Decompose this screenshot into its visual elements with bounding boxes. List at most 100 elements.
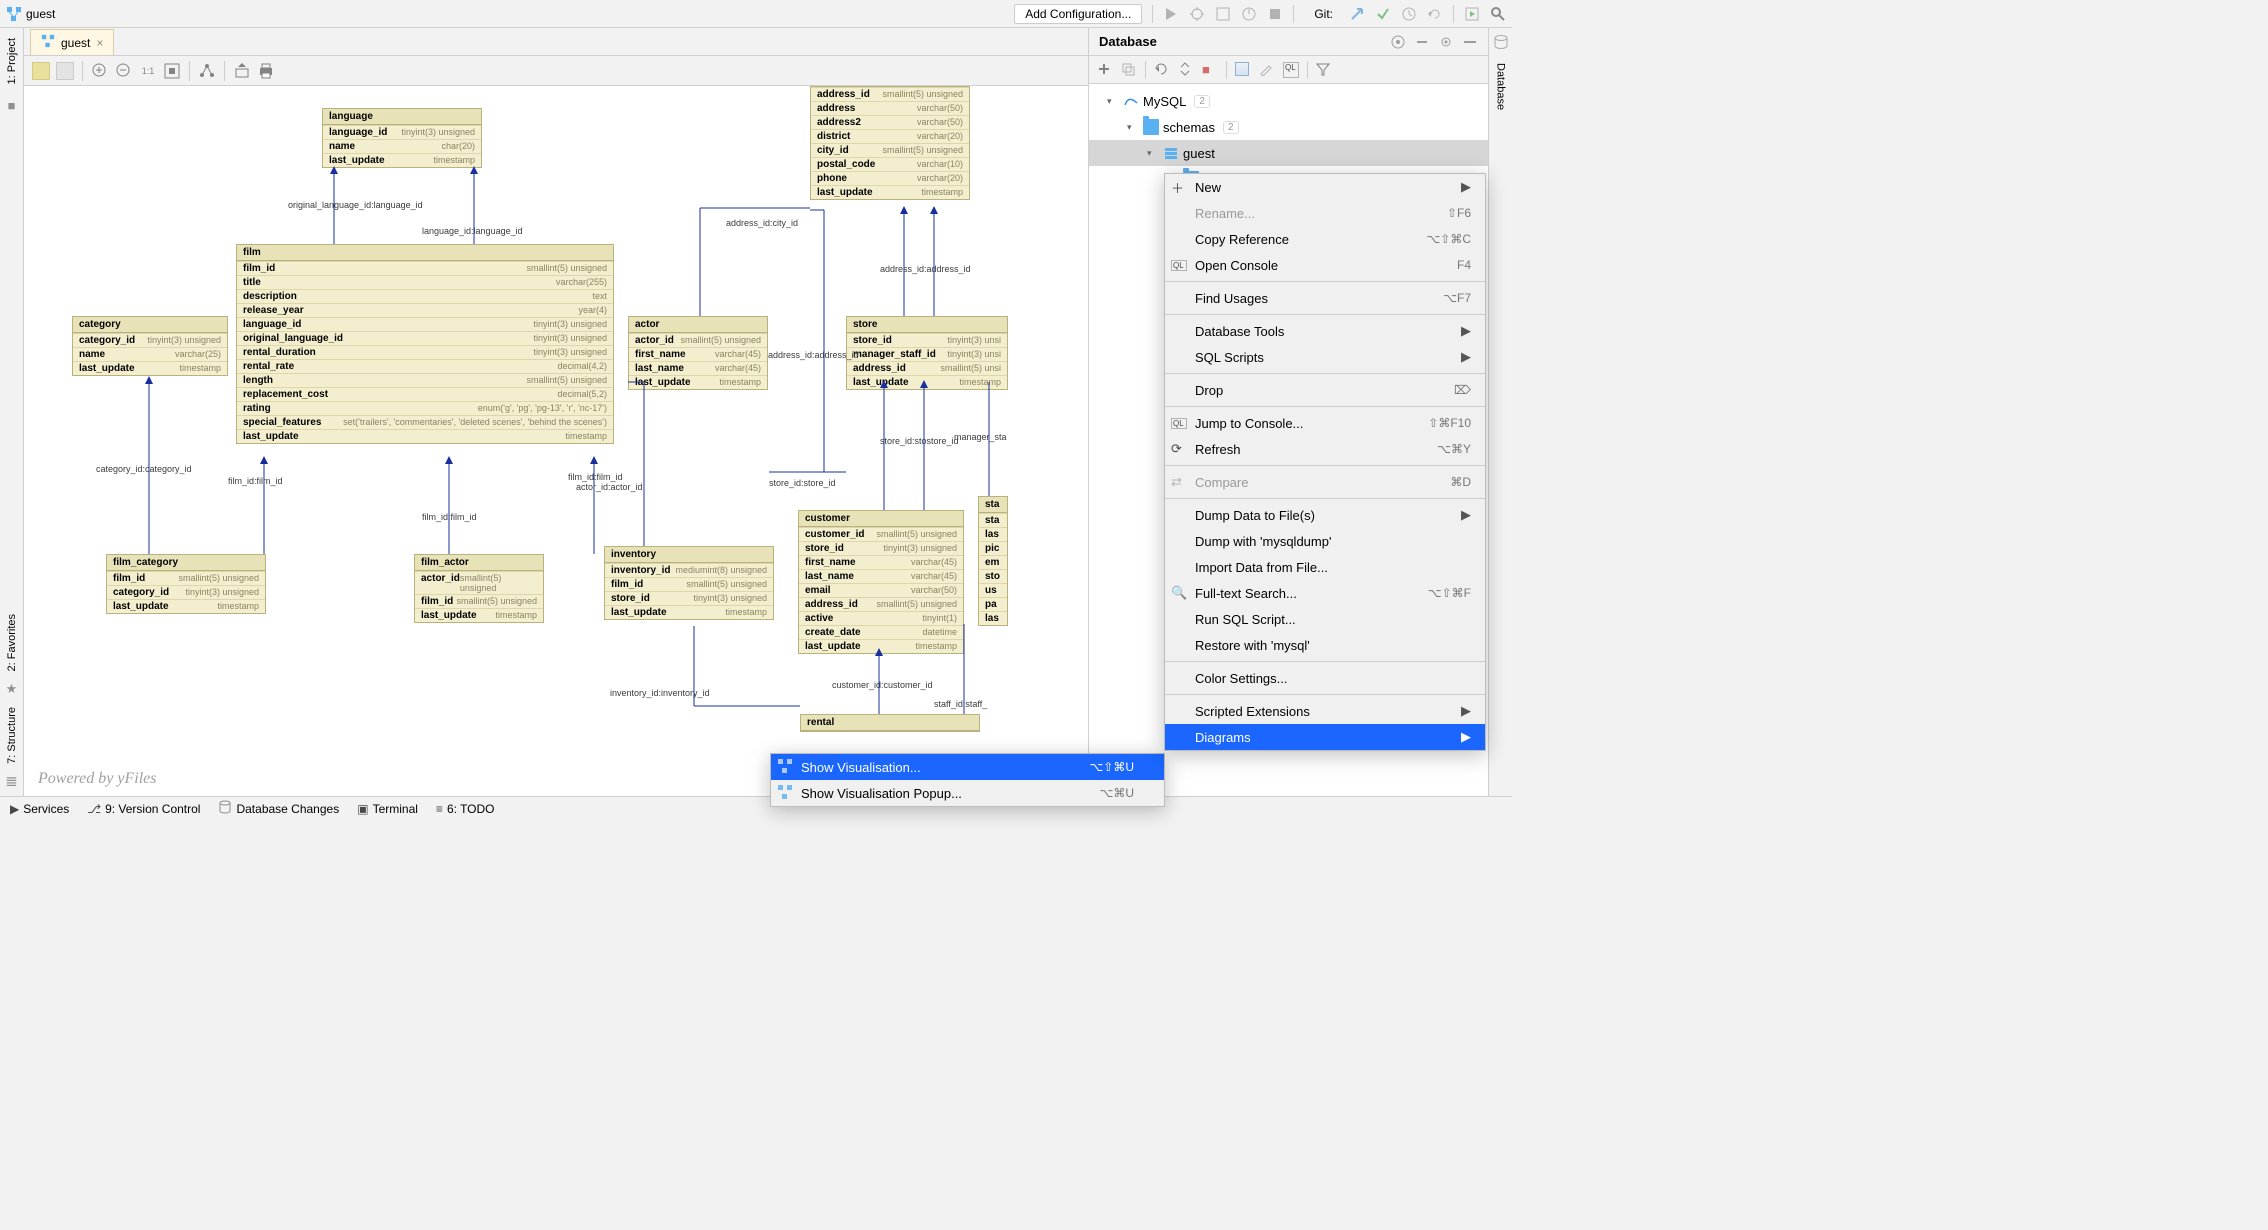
zoom-out-icon[interactable] bbox=[115, 62, 133, 80]
menu-find-usages[interactable]: Find Usages⌥F7 bbox=[1165, 285, 1485, 311]
left-tool-strip: 1: Project ■ 2: Favorites ★ 7: Structure… bbox=[0, 28, 24, 796]
entity-film[interactable]: film film_idsmallint(5) unsigned titleva… bbox=[236, 244, 614, 444]
structure-tool-button[interactable]: 7: Structure bbox=[6, 703, 18, 768]
run-toolbar: Git: bbox=[1152, 5, 1506, 23]
version-control-button[interactable]: ⎇9: Version Control bbox=[87, 802, 200, 816]
menu-refresh[interactable]: ⟳Refresh⌥⌘Y bbox=[1165, 436, 1485, 462]
project-folder-icon: ■ bbox=[8, 98, 16, 113]
menu-drop[interactable]: Drop⌦ bbox=[1165, 377, 1485, 403]
git-history-icon[interactable] bbox=[1401, 6, 1417, 22]
diagram-icon bbox=[6, 6, 22, 22]
menu-jump-to-console[interactable]: QLJump to Console...⇧⌘F10 bbox=[1165, 410, 1485, 436]
structure-icon: 𝌆 bbox=[6, 774, 18, 796]
entity-customer[interactable]: customer customer_idsmallint(5) unsigned… bbox=[798, 510, 964, 654]
menu-color-settings[interactable]: Color Settings... bbox=[1165, 665, 1485, 691]
menu-restore-mysql[interactable]: Restore with 'mysql' bbox=[1165, 632, 1485, 658]
services-button[interactable]: ▶Services bbox=[10, 802, 69, 816]
menu-import-data[interactable]: Import Data from File... bbox=[1165, 554, 1485, 580]
entity-inventory[interactable]: inventory inventory_idmediumint(8) unsig… bbox=[604, 546, 774, 620]
table-view-icon[interactable] bbox=[56, 62, 74, 80]
sync-icon[interactable] bbox=[1178, 62, 1194, 78]
git-revert-icon[interactable] bbox=[1427, 6, 1443, 22]
edge-label: address_id:address_id bbox=[768, 350, 859, 360]
services-icon: ▶ bbox=[10, 802, 19, 816]
menu-diagrams[interactable]: Diagrams▶ bbox=[1165, 724, 1485, 750]
hide-icon[interactable] bbox=[1462, 34, 1478, 50]
export-icon[interactable] bbox=[233, 62, 251, 80]
edit-icon[interactable] bbox=[1259, 62, 1275, 78]
actual-size-icon[interactable]: 1:1 bbox=[139, 62, 157, 80]
tree-schema-guest[interactable]: guest bbox=[1089, 140, 1488, 166]
filter-icon[interactable] bbox=[1316, 62, 1332, 78]
print-icon[interactable] bbox=[257, 62, 275, 80]
profile-icon[interactable] bbox=[1241, 6, 1257, 22]
menu-dump-to-files[interactable]: Dump Data to File(s)▶ bbox=[1165, 502, 1485, 528]
console-icon[interactable]: QL bbox=[1283, 62, 1299, 78]
collapse-icon[interactable] bbox=[1414, 34, 1430, 50]
editor-tabs: guest × bbox=[24, 28, 1088, 56]
watermark: Powered by yFiles bbox=[38, 770, 156, 788]
diagram-toolbar: 1:1 bbox=[24, 56, 1088, 86]
entity-actor[interactable]: actor actor_idsmallint(5) unsigned first… bbox=[628, 316, 768, 390]
edge-label: film_id:film_id bbox=[568, 472, 623, 482]
ide-icon[interactable] bbox=[1464, 6, 1480, 22]
entity-film-actor[interactable]: film_actor actor_idsmallint(5) unsigned … bbox=[414, 554, 544, 623]
database-tool-button[interactable]: Database bbox=[1495, 59, 1507, 114]
run-icon[interactable] bbox=[1163, 6, 1179, 22]
git-commit-icon[interactable] bbox=[1375, 6, 1391, 22]
database-changes-button[interactable]: Database Changes bbox=[218, 800, 339, 817]
submenu-show-visualisation-popup[interactable]: Show Visualisation Popup...⌥⌘U bbox=[771, 780, 1164, 806]
tab-guest[interactable]: guest × bbox=[30, 29, 114, 55]
zoom-in-icon[interactable] bbox=[91, 62, 109, 80]
menu-run-sql-script[interactable]: Run SQL Script... bbox=[1165, 606, 1485, 632]
panel-title: Database bbox=[1099, 34, 1157, 49]
git-update-icon[interactable] bbox=[1349, 6, 1365, 22]
menu-database-tools[interactable]: Database Tools▶ bbox=[1165, 318, 1485, 344]
menu-fulltext-search[interactable]: 🔍Full-text Search...⌥⇧⌘F bbox=[1165, 580, 1485, 606]
duplicate-icon[interactable] bbox=[1121, 62, 1137, 78]
menu-dump-mysqldump[interactable]: Dump with 'mysqldump' bbox=[1165, 528, 1485, 554]
entity-store[interactable]: store store_idtinyint(3) unsi manager_st… bbox=[846, 316, 1008, 390]
fit-content-icon[interactable] bbox=[163, 62, 181, 80]
entity-address[interactable]: address_idsmallint(5) unsigned addressva… bbox=[810, 86, 970, 200]
stop-icon[interactable] bbox=[1267, 6, 1283, 22]
search-everywhere-icon[interactable] bbox=[1490, 6, 1506, 22]
entity-rental[interactable]: rental bbox=[800, 714, 980, 732]
edge-label: actor_id:actor_id bbox=[576, 482, 643, 492]
breadcrumb[interactable]: guest bbox=[26, 7, 55, 21]
debug-icon[interactable] bbox=[1189, 6, 1205, 22]
menu-scripted-extensions[interactable]: Scripted Extensions▶ bbox=[1165, 698, 1485, 724]
entity-film-category[interactable]: film_category film_idsmallint(5) unsigne… bbox=[106, 554, 266, 614]
todo-button[interactable]: ≡6: TODO bbox=[436, 802, 495, 816]
tree-schemas[interactable]: schemas 2 bbox=[1089, 114, 1488, 140]
add-icon[interactable] bbox=[1097, 62, 1113, 78]
layout-icon[interactable] bbox=[198, 62, 216, 80]
favorites-tool-button[interactable]: 2: Favorites bbox=[6, 610, 18, 675]
menu-open-console[interactable]: QLOpen ConsoleF4 bbox=[1165, 252, 1485, 278]
diagram-canvas[interactable]: language language_idtinyint(3) unsigned … bbox=[24, 86, 1088, 796]
coverage-icon[interactable] bbox=[1215, 6, 1231, 22]
menu-copy-reference[interactable]: Copy Reference⌥⇧⌘C bbox=[1165, 226, 1485, 252]
submenu-show-visualisation[interactable]: Show Visualisation...⌥⇧⌘U bbox=[771, 754, 1164, 780]
target-icon[interactable] bbox=[1390, 34, 1406, 50]
edge-label: film_id:film_id bbox=[228, 476, 283, 486]
project-tool-button[interactable]: 1: Project bbox=[6, 34, 18, 88]
menu-new[interactable]: ＋New▶ bbox=[1165, 174, 1485, 200]
top-toolbar: guest Add Configuration... Git: bbox=[0, 0, 1512, 28]
table-icon[interactable] bbox=[1235, 62, 1251, 78]
edge-label: customer_id:customer_id bbox=[832, 680, 933, 690]
entity-language[interactable]: language language_idtinyint(3) unsigned … bbox=[322, 108, 482, 168]
tree-datasource[interactable]: MySQL 2 bbox=[1089, 88, 1488, 114]
menu-sql-scripts[interactable]: SQL Scripts▶ bbox=[1165, 344, 1485, 370]
stop-icon[interactable]: ■ bbox=[1202, 62, 1218, 78]
entity-staff[interactable]: sta sta las pic em sto us pa las bbox=[978, 496, 1008, 626]
entity-category[interactable]: category category_idtinyint(3) unsigned … bbox=[72, 316, 228, 376]
refresh-icon[interactable] bbox=[1154, 62, 1170, 78]
close-icon[interactable]: × bbox=[96, 36, 103, 50]
terminal-button[interactable]: ▣Terminal bbox=[357, 802, 418, 816]
diagrams-submenu: Show Visualisation...⌥⇧⌘U Show Visualisa… bbox=[770, 753, 1165, 807]
add-configuration-button[interactable]: Add Configuration... bbox=[1014, 4, 1142, 24]
db-icon bbox=[218, 800, 232, 817]
gear-icon[interactable] bbox=[1438, 34, 1454, 50]
key-icon[interactable] bbox=[32, 62, 50, 80]
